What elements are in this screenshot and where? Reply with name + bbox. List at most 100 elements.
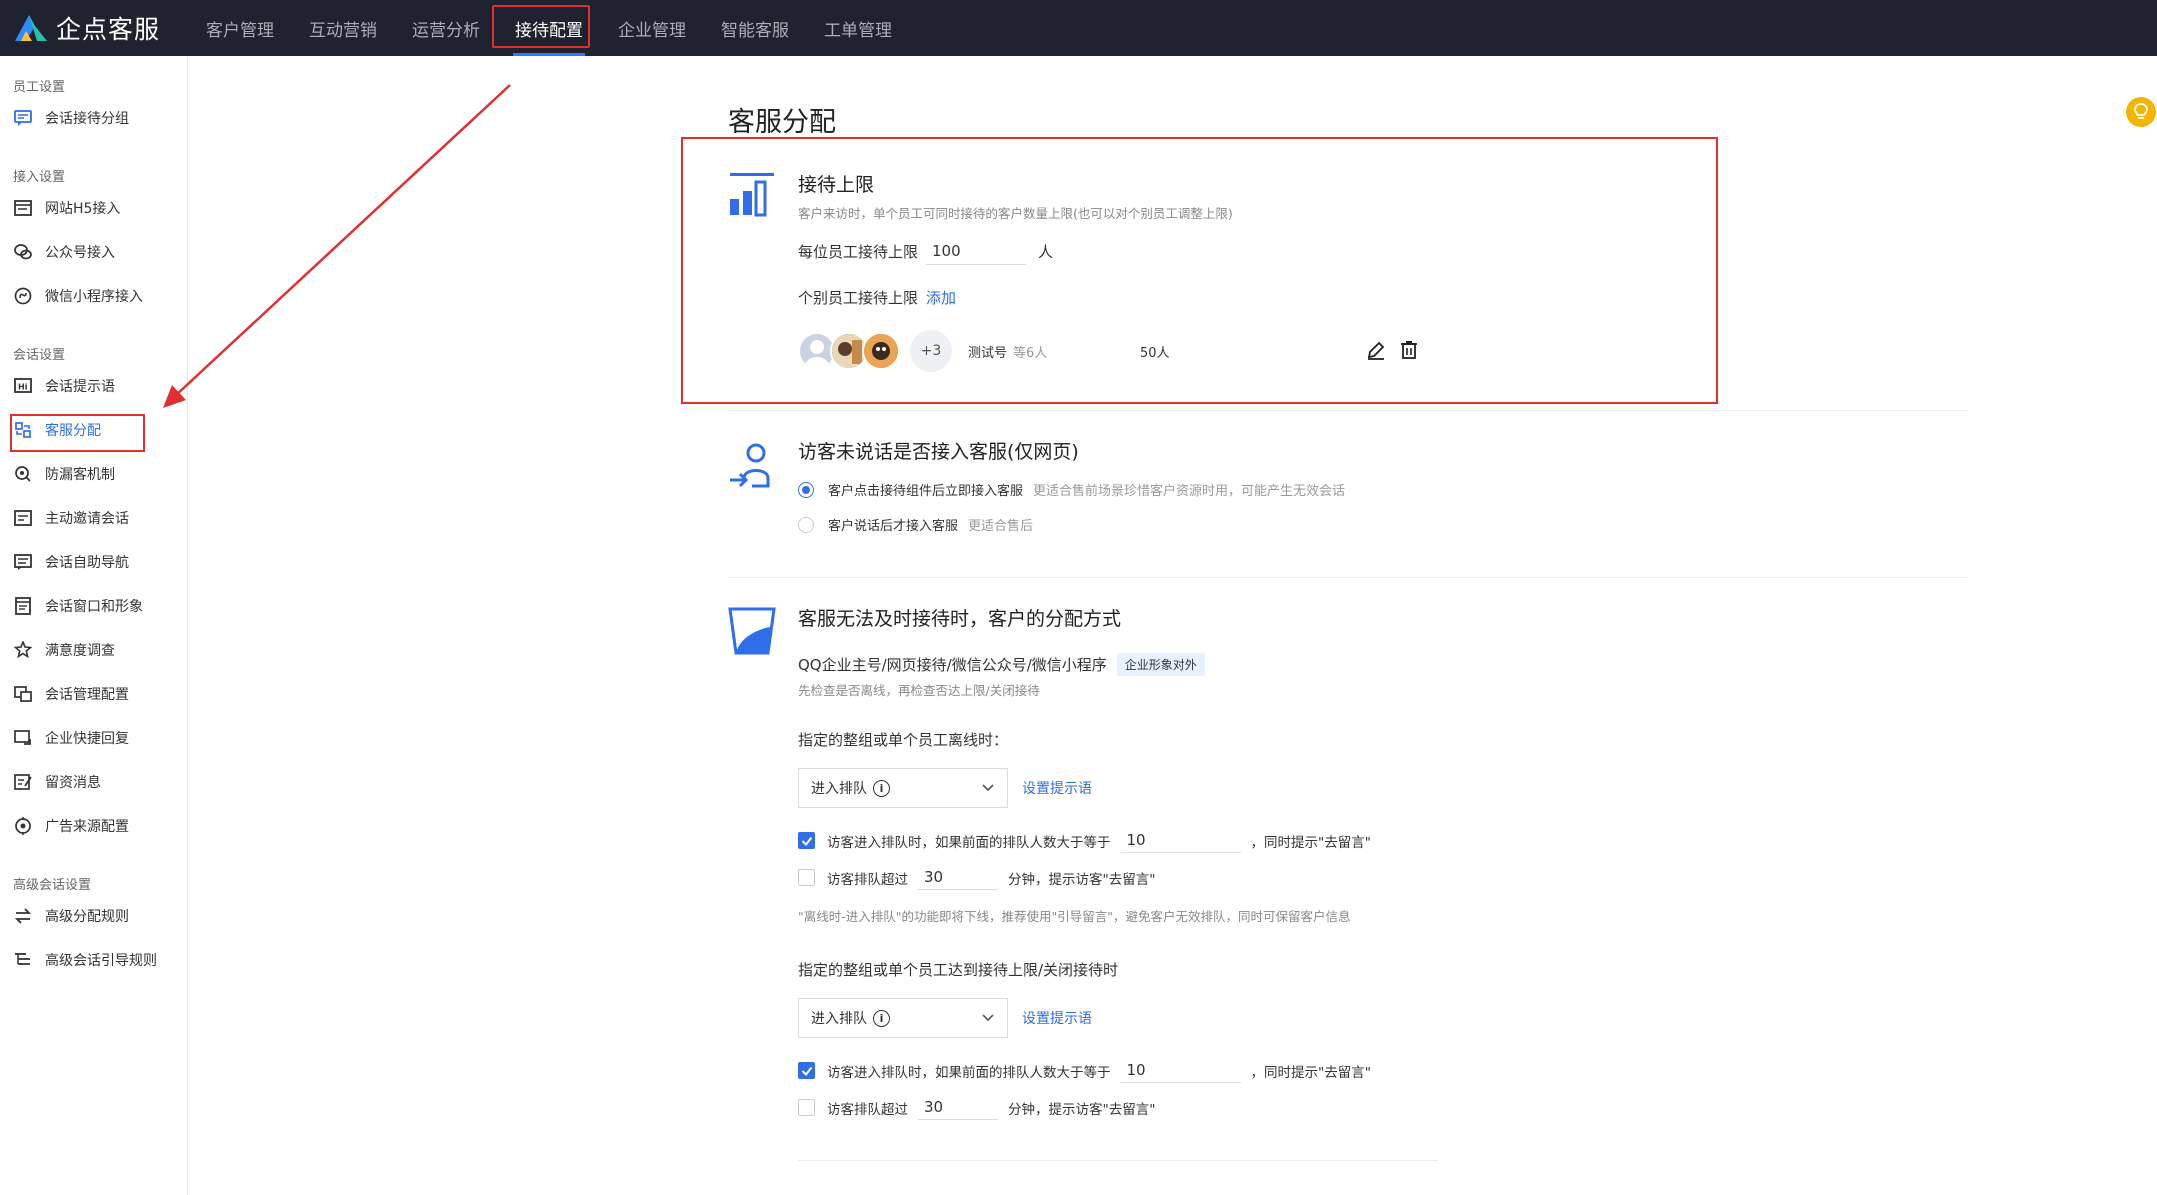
offline-set-tip-link[interactable]: 设置提示语 [1022, 778, 1092, 798]
reception-limit-desc: 客户来访时，单个员工可同时接待的客户数量上限(也可以对个别员工调整上限) [798, 206, 1233, 221]
per-staff-limit-input[interactable] [926, 238, 1027, 265]
lightbulb-icon[interactable] [2126, 97, 2156, 127]
hi-icon: Hi [13, 376, 33, 396]
logo-icon [15, 15, 47, 41]
sidebar-section-access: 接入设置 [13, 169, 66, 185]
wait-time-checkbox[interactable] [798, 869, 815, 886]
survey-icon [13, 640, 33, 660]
sidebar-item-proactive-invite[interactable]: 主动邀请会话 [0, 496, 187, 540]
sidebar-item-chat-group[interactable]: 会话接待分组 [0, 96, 187, 140]
delete-icon[interactable] [1400, 340, 1418, 364]
sidebar-item-quick-reply[interactable]: 企业快捷回复 [0, 716, 187, 760]
silent-visitor-title: 访客未说话是否接入客服(仅网页) [798, 440, 1079, 463]
nav-enterprise-management[interactable]: 企业管理 [602, 0, 702, 56]
queue-threshold-checkbox[interactable] [798, 832, 815, 849]
individual-limit-row: +3 测试号 等6人 50人 [798, 328, 1438, 374]
sidebar-section-session: 会话设置 [13, 347, 66, 363]
enterprise-image-tag: 企业形象对外 [1116, 653, 1205, 676]
sidebar-item-label: 企业快捷回复 [45, 731, 129, 747]
wechat-icon [13, 242, 33, 262]
avatar [862, 332, 900, 370]
web-icon [13, 198, 33, 218]
guide-icon [13, 950, 33, 970]
group-member-count: 等6人 [1013, 345, 1048, 361]
silent-option-after-speak[interactable]: 客户说话后才接入客服 更适合售后 [798, 515, 1345, 534]
sidebar-item-advanced-guide[interactable]: 高级会话引导规则 [0, 938, 187, 982]
offline-heading: 指定的整组或单个员工离线时： [798, 731, 1009, 749]
offline-queue-row: 访客进入排队时，如果前面的排队人数大于等于 ，同时提示"去留言" [798, 828, 1371, 853]
sidebar-item-label: 会话提示语 [45, 379, 115, 395]
sidebar-item-lead-message[interactable]: 留资消息 [0, 760, 187, 804]
sidebar-item-web-h5[interactable]: 网站H5接入 [0, 186, 187, 230]
queue-threshold-input[interactable] [1120, 828, 1241, 853]
nav-interactive-marketing[interactable]: 互动营销 [293, 0, 393, 56]
guard-icon [13, 464, 33, 484]
wait-time-input[interactable] [918, 865, 998, 890]
sidebar-item-label: 会话窗口和形象 [45, 599, 143, 615]
queue-threshold-input[interactable] [1120, 1058, 1241, 1083]
sidebar-item-label: 客服分配 [45, 423, 101, 439]
sidebar-item-label: 会话接待分组 [45, 111, 129, 127]
sidebar-item-label: 会话自助导航 [45, 555, 129, 571]
nav-ticket-management[interactable]: 工单管理 [808, 0, 908, 56]
silent-option-immediate[interactable]: 客户点击接待组件后立即接入客服 更适合售前场景珍惜客户资源时用，可能产生无效会话 [798, 480, 1345, 499]
wait-time-input[interactable] [918, 1095, 998, 1120]
sidebar-item-advanced-rules[interactable]: 高级分配规则 [0, 894, 187, 938]
busy-assignment-section: 客服无法及时接待时，客户的分配方式 QQ企业主号/网页接待/微信公众号/微信小程… [728, 603, 1968, 1163]
full-action-select[interactable]: 进入排队 i [798, 998, 1008, 1038]
sidebar-item-self-nav[interactable]: 会话自助导航 [0, 540, 187, 584]
sidebar-item-miniprogram[interactable]: 微信小程序接入 [0, 274, 187, 318]
sidebar-item-label: 满意度调查 [45, 643, 115, 659]
chat-group-icon [13, 108, 33, 128]
queue-threshold-checkbox[interactable] [798, 1062, 815, 1079]
sidebar-item-window-image[interactable]: 会话窗口和形象 [0, 584, 187, 628]
bar-chart-icon [730, 173, 774, 217]
page-title: 客服分配 [728, 107, 836, 138]
sidebar-item-session-prompt[interactable]: Hi 会话提示语 [0, 364, 187, 408]
radio-button[interactable] [798, 481, 814, 498]
top-bar: 企点客服 客户管理 互动营销 运营分析 接待配置 企业管理 智能客服 工单管理 [0, 0, 2157, 56]
option-label: 客户说话后才接入客服 [828, 519, 959, 534]
full-set-tip-link[interactable]: 设置提示语 [1022, 1008, 1092, 1028]
info-icon[interactable]: i [873, 779, 890, 797]
brand-logo[interactable]: 企点客服 [12, 10, 190, 46]
offline-wait-row: 访客排队超过 分钟，提示访客"去留言" [798, 865, 1371, 890]
edit-icon[interactable] [1366, 340, 1386, 364]
reception-limit-section: 接待上限 客户来访时，单个员工可同时接待的客户数量上限(也可以对个别员工调整上限… [728, 169, 1968, 379]
sidebar-item-label: 高级会话引导规则 [45, 953, 157, 969]
radio-button[interactable] [798, 516, 814, 533]
select-value: 进入排队 [811, 781, 867, 797]
nav-operations-analysis[interactable]: 运营分析 [396, 0, 496, 56]
sidebar-item-official-account[interactable]: 公众号接入 [0, 230, 187, 274]
option-hint: 更适合售前场景珍惜客户资源时用，可能产生无效会话 [1033, 484, 1346, 499]
queue-threshold-text: 访客进入排队时，如果前面的排队人数大于等于 [827, 1064, 1111, 1081]
add-individual-limit-link[interactable]: 添加 [926, 287, 956, 308]
sidebar-item-satisfaction[interactable]: 满意度调查 [0, 628, 187, 672]
nav-icon [13, 552, 33, 572]
sidebar-item-label: 留资消息 [45, 775, 101, 791]
sidebar-item-label: 公众号接入 [45, 245, 115, 261]
sidebar-item-service-assignment[interactable]: 客服分配 [0, 408, 187, 452]
reply-icon [13, 728, 33, 748]
queue-threshold-suffix: ，同时提示"去留言" [1250, 1064, 1371, 1081]
sidebar-item-session-manage[interactable]: 会话管理配置 [0, 672, 187, 716]
nav-smart-service[interactable]: 智能客服 [705, 0, 805, 56]
sidebar-item-anti-leak[interactable]: 防漏客机制 [0, 452, 187, 496]
wait-time-suffix: 分钟，提示访客"去留言" [1008, 1101, 1156, 1118]
option-label: 客户点击接待组件后立即接入客服 [828, 484, 1024, 499]
group-name: 测试号 [968, 345, 1008, 361]
wait-time-checkbox[interactable] [798, 1099, 815, 1116]
more-members-badge[interactable]: +3 [910, 330, 952, 372]
sidebar-item-ad-source[interactable]: 广告来源配置 [0, 804, 187, 848]
nav-customer-management[interactable]: 客户管理 [190, 0, 290, 56]
sidebar-item-label: 广告来源配置 [45, 819, 129, 835]
sidebar-item-label: 高级分配规则 [45, 909, 129, 925]
main-nav: 客户管理 互动营销 运营分析 接待配置 企业管理 智能客服 工单管理 [190, 0, 911, 56]
offline-action-select[interactable]: 进入排队 i [798, 768, 1008, 808]
nav-reception-config[interactable]: 接待配置 [499, 0, 599, 56]
sidebar-section-staff: 员工设置 [13, 79, 66, 95]
info-icon[interactable]: i [873, 1009, 890, 1027]
window-icon [13, 596, 33, 616]
sidebar-item-label: 网站H5接入 [45, 201, 121, 217]
per-staff-limit-label: 每位员工接待上限 [798, 243, 919, 261]
